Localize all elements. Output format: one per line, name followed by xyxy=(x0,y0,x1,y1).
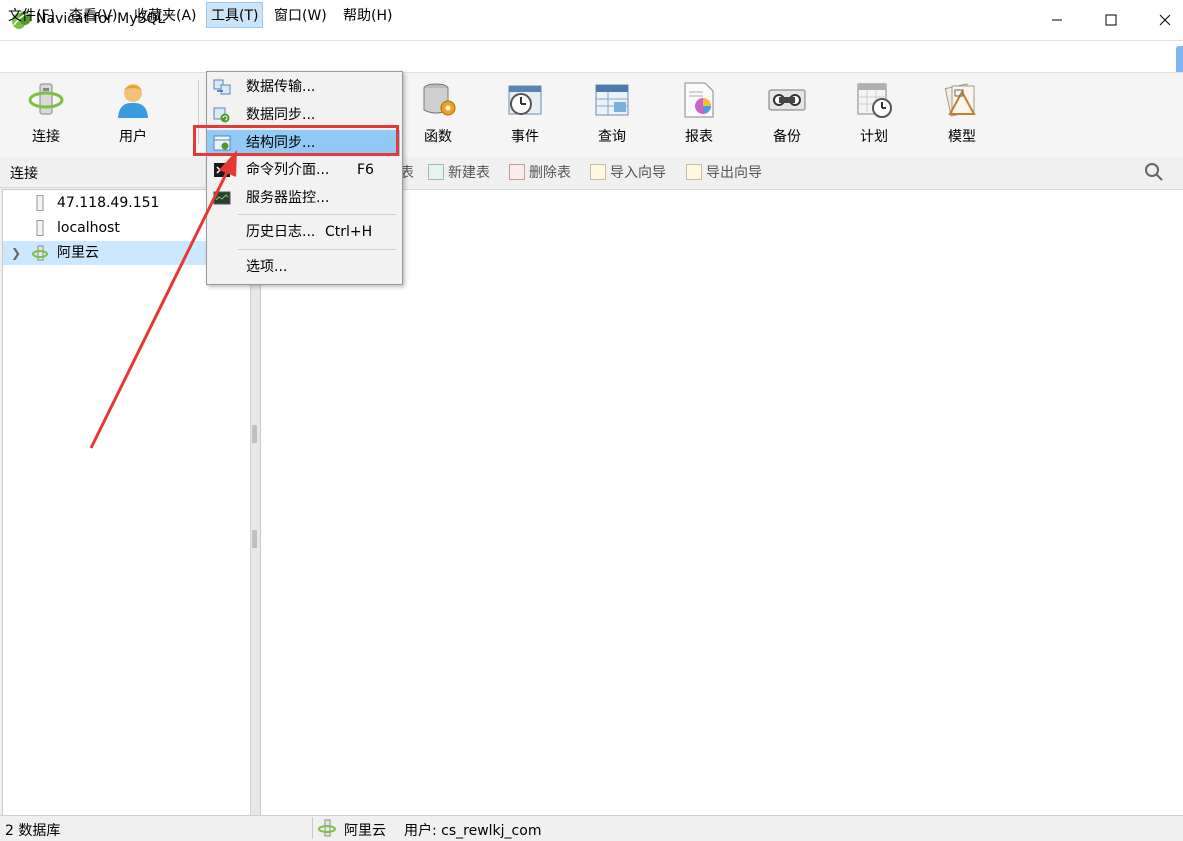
annotation-arrow xyxy=(89,150,237,449)
